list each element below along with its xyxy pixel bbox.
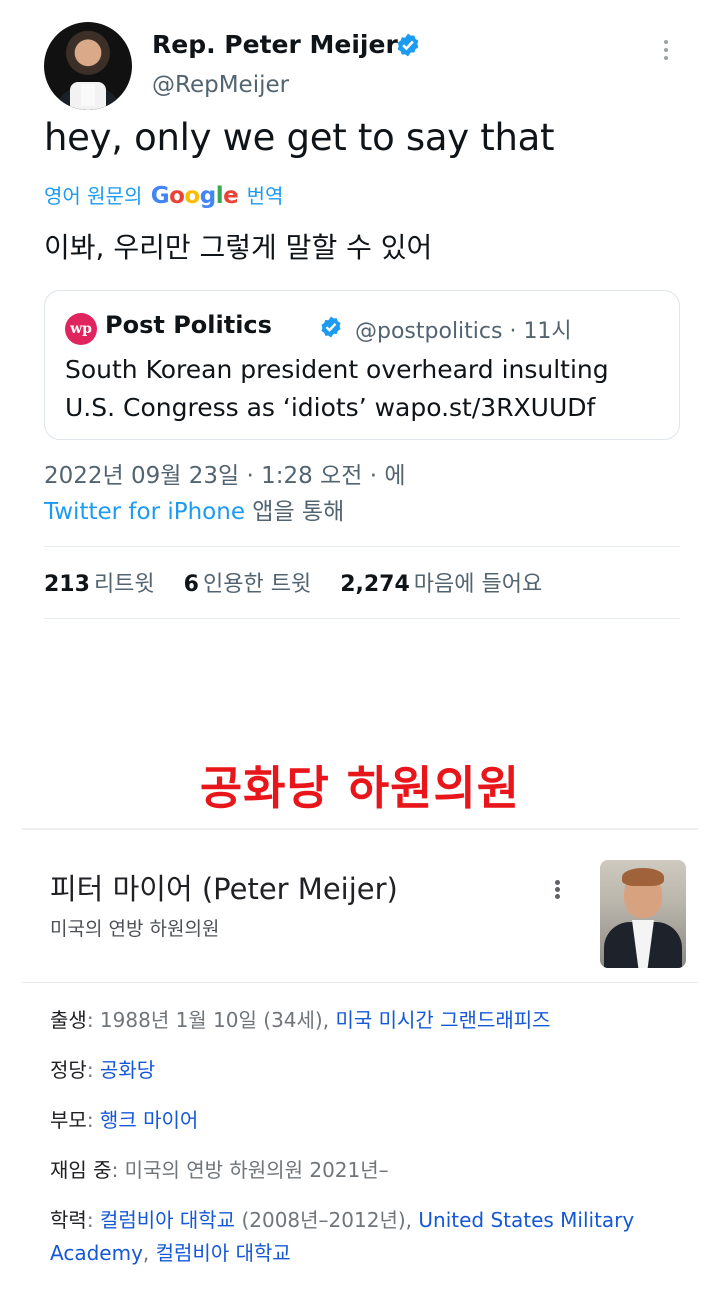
fact-office: 재임 중: 미국의 연방 하원의원 2021년– (50, 1158, 389, 1182)
divider (44, 618, 680, 619)
knowledge-panel-title: 피터 마이어 (Peter Meijer) (50, 872, 398, 906)
translate-prefix: 영어 원문의 (44, 184, 143, 208)
user-handle[interactable]: @RepMeijer (152, 72, 289, 98)
party-link[interactable]: 공화당 (100, 1058, 155, 1082)
divider (44, 546, 680, 547)
display-name[interactable]: Rep. Peter Meijer (152, 30, 398, 59)
quote-tweets-stat[interactable]: 6 인용한 트윗 (184, 572, 312, 597)
education-link-columbia-2[interactable]: 컬럼비아 대학교 (156, 1241, 291, 1265)
likes-stat[interactable]: 2,274 마음에 들어요 (340, 572, 542, 597)
tweet: Rep. Peter Meijer @RepMeijer hey, only w… (0, 0, 720, 640)
tweet-stats: 213 리트윗 6 인용한 트윗 2,274 마음에 들어요 (44, 566, 564, 598)
education-link-columbia[interactable]: 컬럼비아 대학교 (100, 1208, 235, 1232)
profile-avatar[interactable] (44, 22, 132, 110)
verified-badge-icon (397, 33, 419, 57)
quote-body-text: South Korean president overheard insulti… (65, 355, 609, 422)
birthplace-link[interactable]: 미국 미시간 그랜드래피즈 (335, 1008, 550, 1032)
verified-badge-icon (321, 316, 341, 338)
tweet-timestamp: 2022년 09월 23일 · 1:28 오전 · 에 (44, 463, 406, 489)
fact-parent: 부모: 행크 마이어 (50, 1108, 199, 1132)
quote-author-name: Post Politics (105, 311, 272, 339)
quote-handle-time: @postpolitics · 11시 (355, 319, 572, 344)
tweet-source: Twitter for iPhone 앱을 통해 (44, 492, 344, 526)
profile-photo[interactable] (600, 860, 686, 968)
fact-party: 정당: 공화당 (50, 1058, 156, 1082)
fact-birth: 출생: 1988년 1월 10일 (34세), 미국 미시간 그랜드래피즈 (50, 1008, 551, 1032)
post-politics-logo: wp (65, 313, 97, 345)
google-logo: Google (150, 183, 239, 209)
source-suffix: 앱을 통해 (252, 499, 345, 525)
translated-text: 이봐, 우리만 그렇게 말할 수 있어 (44, 231, 433, 264)
red-caption: 공화당 하원의원 (199, 761, 521, 815)
tweet-text: hey, only we get to say that (44, 116, 555, 159)
fact-education: 학력: 컬럼비아 대학교 (2008년–2012년), United State… (50, 1208, 635, 1265)
knowledge-panel-subtitle: 미국의 연방 하원의원 (50, 918, 220, 940)
translation-attribution[interactable]: 영어 원문의 Google 번역 (44, 180, 283, 209)
parent-link[interactable]: 행크 마이어 (100, 1108, 198, 1132)
quoted-tweet-card[interactable]: wp Post Politics @postpolitics · 11시 Sou… (44, 290, 680, 440)
retweets-stat[interactable]: 213 리트윗 (44, 572, 155, 597)
more-options-icon[interactable] (658, 36, 674, 64)
divider (22, 828, 698, 830)
source-link[interactable]: Twitter for iPhone (44, 499, 245, 525)
divider (22, 982, 698, 983)
more-options-icon[interactable] (550, 878, 564, 904)
translate-suffix: 번역 (246, 184, 284, 208)
